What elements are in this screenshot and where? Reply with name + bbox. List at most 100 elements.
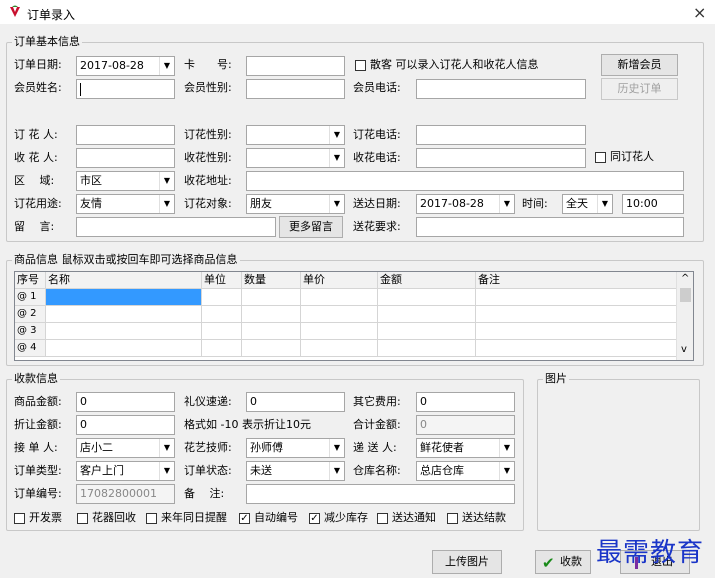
grid-cell[interactable] <box>301 306 378 323</box>
dropdown-icon: ▼ <box>159 462 174 480</box>
grid-cell[interactable] <box>242 323 301 340</box>
option-checkbox-label: 送达结款 <box>462 511 506 524</box>
deliver-req-field[interactable] <box>416 217 684 237</box>
note-label: 备 注: <box>184 487 225 500</box>
option-checkbox[interactable]: ✓ <box>309 513 320 524</box>
grid-cell[interactable] <box>46 306 202 323</box>
row-header[interactable]: @ 2 <box>15 306 46 323</box>
gift-fee-field[interactable]: 0 <box>246 392 345 412</box>
member-name-field[interactable] <box>76 79 175 99</box>
grid-cell[interactable] <box>202 306 242 323</box>
option-checkbox[interactable]: ✓ <box>239 513 250 524</box>
upload-picture-button[interactable]: 上传图片 <box>432 550 502 574</box>
orderer-phone-field[interactable] <box>416 125 586 145</box>
grid-cell[interactable] <box>378 340 476 357</box>
message-field[interactable] <box>76 217 276 237</box>
selected-cell[interactable] <box>46 289 202 306</box>
receiver-phone-field[interactable] <box>416 148 586 168</box>
grid-cell[interactable] <box>242 340 301 357</box>
grid-header-2[interactable]: 单位 <box>202 272 242 289</box>
order-date-label: 订单日期: <box>14 58 62 71</box>
close-icon[interactable]: × <box>693 3 706 22</box>
order-status-select[interactable]: 未送 ▼ <box>246 461 345 481</box>
grid-cell[interactable] <box>46 340 202 357</box>
purpose-select[interactable]: 友情 ▼ <box>76 194 175 214</box>
grid-cell[interactable] <box>476 340 677 357</box>
receiver-phone-label: 收花电话: <box>353 151 401 164</box>
history-orders-button[interactable]: 历史订单 <box>601 78 678 100</box>
grid-cell[interactable] <box>202 340 242 357</box>
warehouse-select[interactable]: 总店仓库 ▼ <box>416 461 515 481</box>
courier-select[interactable]: 鲜花使者 ▼ <box>416 438 515 458</box>
grid-cell[interactable] <box>242 289 301 306</box>
receiver-gender-select[interactable]: ▼ <box>246 148 345 168</box>
order-type-select[interactable]: 客户上门 ▼ <box>76 461 175 481</box>
note-field[interactable] <box>246 484 515 504</box>
grid-cell[interactable] <box>46 323 202 340</box>
walkin-label: 散客 可以录入订花人和收花人信息 <box>370 58 539 71</box>
receiver-field[interactable] <box>76 148 175 168</box>
grid-header-6[interactable]: 备注 <box>476 272 677 289</box>
more-messages-button[interactable]: 更多留言 <box>279 216 343 238</box>
grid-cell[interactable] <box>476 323 677 340</box>
member-gender-field[interactable] <box>246 79 345 99</box>
receiver-staff-select[interactable]: 店小二 ▼ <box>76 438 175 458</box>
option-checkbox[interactable] <box>377 513 388 524</box>
grid-cell[interactable] <box>202 289 242 306</box>
option-checkbox[interactable] <box>146 513 157 524</box>
option-checkbox[interactable] <box>447 513 458 524</box>
time-select[interactable]: 全天 ▼ <box>562 194 613 214</box>
grid-cell[interactable] <box>202 323 242 340</box>
grid-cell[interactable] <box>378 323 476 340</box>
picture-legend: 图片 <box>543 372 569 385</box>
option-checkbox-label: 减少库存 <box>324 511 368 524</box>
same-as-orderer-checkbox[interactable] <box>595 152 606 163</box>
target-label: 订花对象: <box>184 197 232 210</box>
scroll-thumb[interactable] <box>680 288 691 302</box>
other-fee-field[interactable]: 0 <box>416 392 515 412</box>
grid-header-4[interactable]: 单价 <box>301 272 378 289</box>
option-checkbox[interactable] <box>77 513 88 524</box>
grid-cell[interactable] <box>301 323 378 340</box>
grid-cell[interactable] <box>242 306 301 323</box>
title-bar: 订单录入 × <box>0 0 715 24</box>
scroll-up-icon[interactable]: ^ <box>681 273 689 284</box>
area-select[interactable]: 市区 ▼ <box>76 171 175 191</box>
grid-header-3[interactable]: 数量 <box>242 272 301 289</box>
address-label: 收花地址: <box>184 174 232 187</box>
target-select[interactable]: 朋友 ▼ <box>246 194 345 214</box>
deliver-date-picker[interactable]: 2017-08-28 ▼ <box>416 194 515 214</box>
goods-amount-field[interactable]: 0 <box>76 392 175 412</box>
scroll-down-icon[interactable]: v <box>681 344 687 355</box>
grid-scrollbar[interactable]: ^ v <box>676 272 693 360</box>
grid-header-1[interactable]: 名称 <box>46 272 202 289</box>
new-member-button[interactable]: 新增会员 <box>601 54 678 76</box>
address-field[interactable] <box>246 171 684 191</box>
orderer-gender-select[interactable]: ▼ <box>246 125 345 145</box>
member-phone-field[interactable] <box>416 79 586 99</box>
grid-cell[interactable] <box>378 289 476 306</box>
grid-cell[interactable] <box>301 340 378 357</box>
row-header[interactable]: @ 1 <box>15 289 46 306</box>
row-header[interactable]: @ 3 <box>15 323 46 340</box>
order-date-picker[interactable]: 2017-08-28 ▼ <box>76 56 175 76</box>
time-field[interactable]: 10:00 <box>622 194 684 214</box>
row-header[interactable]: @ 4 <box>15 340 46 357</box>
grid-header-0[interactable]: 序号 <box>15 272 46 289</box>
grid-cell[interactable] <box>476 306 677 323</box>
grid-cell[interactable] <box>378 306 476 323</box>
grid-header-5[interactable]: 金额 <box>378 272 476 289</box>
grid-cell[interactable] <box>476 289 677 306</box>
card-label: 卡 号: <box>184 58 232 71</box>
goods-amount-label: 商品金额: <box>14 395 62 408</box>
option-checkbox[interactable] <box>14 513 25 524</box>
receiver-gender-label: 收花性别: <box>184 151 232 164</box>
collect-button[interactable]: ✔ 收款 <box>535 550 591 574</box>
grid-cell[interactable] <box>301 289 378 306</box>
florist-select[interactable]: 孙师傅 ▼ <box>246 438 345 458</box>
card-field[interactable] <box>246 56 345 76</box>
walkin-checkbox[interactable] <box>355 60 366 71</box>
discount-field[interactable]: 0 <box>76 415 175 435</box>
orderer-field[interactable] <box>76 125 175 145</box>
option-checkbox-label: 送达通知 <box>392 511 436 524</box>
